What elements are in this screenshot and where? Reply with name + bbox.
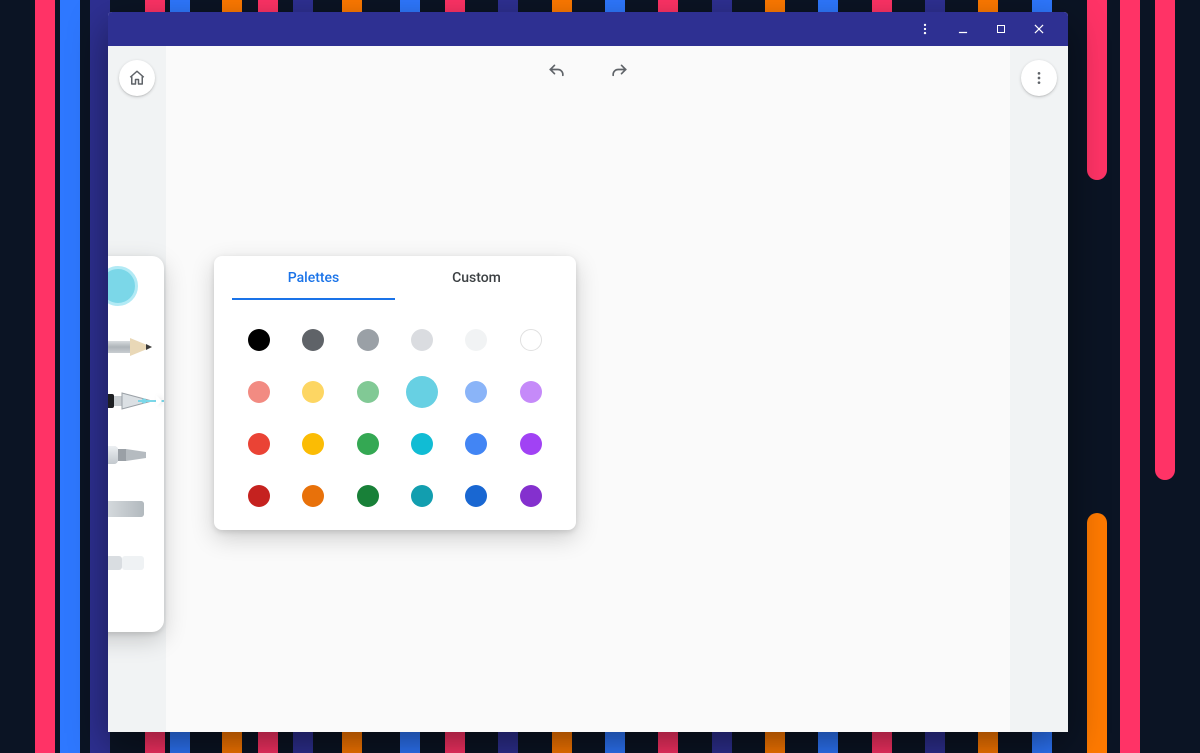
tool-pencil[interactable] <box>108 320 164 374</box>
color-swatch[interactable] <box>520 329 542 351</box>
color-swatch[interactable] <box>406 376 438 408</box>
color-swatch[interactable] <box>411 329 433 351</box>
overflow-menu-button[interactable] <box>1021 60 1057 96</box>
home-icon <box>128 69 146 87</box>
color-palette-popover: Palettes Custom <box>214 256 576 530</box>
color-swatch[interactable] <box>465 485 487 507</box>
color-swatch[interactable] <box>357 329 379 351</box>
swatch-grid <box>232 300 558 512</box>
color-swatch[interactable] <box>411 485 433 507</box>
titlebar-more-icon[interactable] <box>908 16 942 42</box>
more-vert-icon <box>1031 70 1047 86</box>
current-color-swatch[interactable] <box>108 266 138 306</box>
color-swatch[interactable] <box>357 485 379 507</box>
eraser-icon <box>108 545 162 581</box>
tab-custom[interactable]: Custom <box>395 256 558 300</box>
tool-marker[interactable] <box>108 428 164 482</box>
color-swatch[interactable] <box>248 433 270 455</box>
chalk-icon <box>108 491 162 527</box>
color-swatch[interactable] <box>302 485 324 507</box>
color-swatch[interactable] <box>465 433 487 455</box>
tool-pen[interactable] <box>108 374 164 428</box>
tab-palettes[interactable]: Palettes <box>232 256 395 300</box>
window-maximize-button[interactable] <box>984 16 1018 42</box>
color-swatch[interactable] <box>411 433 433 455</box>
tools-panel <box>108 256 164 632</box>
palette-tabs: Palettes Custom <box>232 256 558 300</box>
redo-icon <box>609 62 629 82</box>
color-swatch[interactable] <box>520 433 542 455</box>
pencil-icon <box>108 329 162 365</box>
color-swatch[interactable] <box>465 381 487 403</box>
color-swatch[interactable] <box>520 381 542 403</box>
color-swatch[interactable] <box>302 381 324 403</box>
redo-button[interactable] <box>605 58 633 86</box>
tool-eraser[interactable] <box>108 536 164 590</box>
color-swatch[interactable] <box>520 485 542 507</box>
color-swatch[interactable] <box>302 433 324 455</box>
window-minimize-button[interactable] <box>946 16 980 42</box>
home-button[interactable] <box>119 60 155 96</box>
window-titlebar <box>108 12 1068 46</box>
pen-icon <box>108 381 164 421</box>
color-swatch[interactable] <box>302 329 324 351</box>
drawing-app-window: Palettes Custom <box>108 12 1068 732</box>
marker-icon <box>108 435 162 475</box>
undo-redo-bar <box>543 58 633 86</box>
tool-chalk[interactable] <box>108 482 164 536</box>
color-swatch[interactable] <box>465 329 487 351</box>
color-swatch[interactable] <box>357 381 379 403</box>
color-swatch[interactable] <box>248 485 270 507</box>
color-swatch[interactable] <box>357 433 379 455</box>
app-chrome: Palettes Custom <box>108 46 1068 732</box>
right-rail <box>1010 46 1068 732</box>
undo-icon <box>547 62 567 82</box>
undo-button[interactable] <box>543 58 571 86</box>
color-swatch[interactable] <box>248 329 270 351</box>
window-close-button[interactable] <box>1022 16 1056 42</box>
color-swatch[interactable] <box>248 381 270 403</box>
